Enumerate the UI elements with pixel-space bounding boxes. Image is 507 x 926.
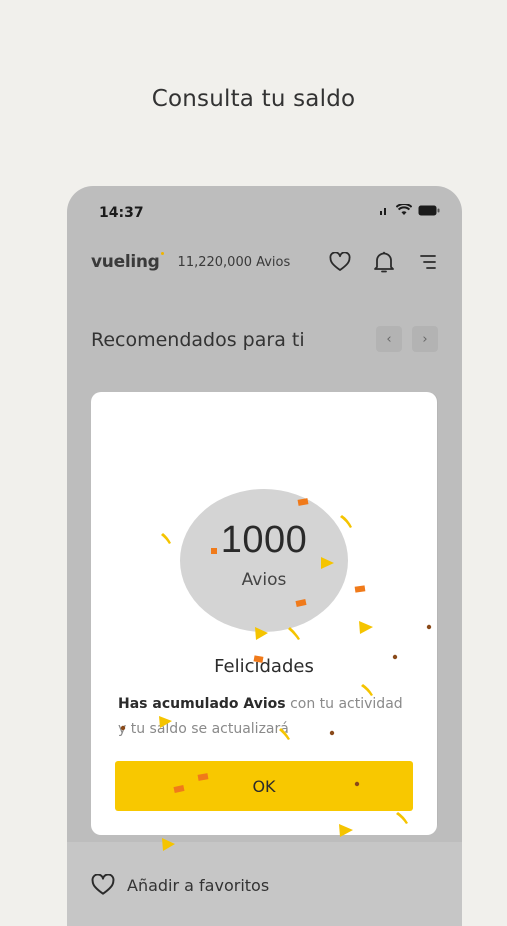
points-value: 1000: [220, 519, 308, 561]
section-title: Recomendados para ti: [91, 329, 305, 351]
battery-icon: [418, 205, 440, 215]
avios-balance: 11,220,000 Avios: [177, 254, 291, 270]
wifi-icon: [396, 204, 412, 215]
bell-icon[interactable]: [372, 250, 396, 274]
heart-icon: [91, 874, 115, 895]
add-favorites-button[interactable]: Añadir a favoritos: [91, 874, 269, 896]
status-icons: [378, 204, 440, 216]
vueling-logo[interactable]: vueling: [91, 252, 164, 272]
carousel-next-button[interactable]: ›: [412, 326, 438, 352]
menu-icon[interactable]: [416, 250, 440, 274]
ok-button[interactable]: OK: [115, 761, 413, 811]
heart-icon[interactable]: [328, 250, 352, 274]
app-header: vueling 11,220,000 Avios: [91, 248, 440, 276]
modal-message: Has acumulado Avios con tu actividad y t…: [118, 692, 411, 742]
signal-icon: [380, 208, 386, 215]
congrats-modal: 1000 Avios Felicidades Has acumulado Avi…: [91, 392, 437, 835]
carousel-controls: ‹ ›: [376, 326, 438, 352]
page-headline: Consulta tu saldo: [151, 86, 356, 112]
status-time: 14:37: [99, 205, 144, 221]
points-unit: Avios: [241, 570, 287, 590]
modal-message-bold: Has acumulado Avios: [118, 696, 286, 712]
modal-title: Felicidades: [214, 656, 314, 677]
status-bar: 14:37: [99, 202, 440, 222]
carousel-prev-button[interactable]: ‹: [376, 326, 402, 352]
points-circle: 1000 Avios: [180, 489, 348, 632]
add-favorites-label: Añadir a favoritos: [127, 875, 270, 895]
bottom-sheet: Añadir a favoritos: [67, 842, 462, 926]
